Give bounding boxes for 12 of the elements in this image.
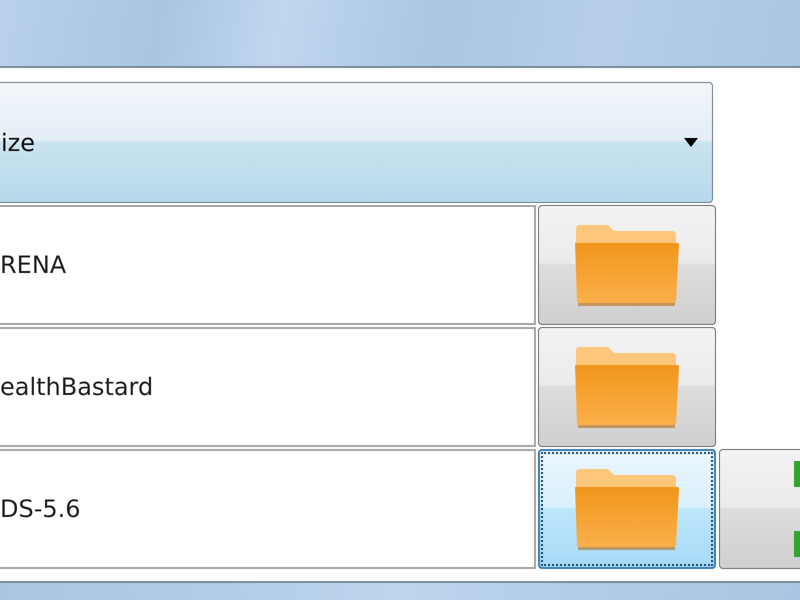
path-field[interactable]: DS-5.6 bbox=[0, 449, 536, 569]
folder-icon bbox=[574, 223, 680, 307]
caret-icon bbox=[684, 138, 698, 147]
folder-icon bbox=[574, 467, 680, 551]
path-field[interactable]: ealthBastard bbox=[0, 327, 536, 447]
path-field[interactable]: RENA bbox=[0, 205, 536, 325]
browse-folder-button[interactable] bbox=[538, 327, 716, 447]
action-button[interactable] bbox=[719, 449, 800, 569]
folder-icon bbox=[574, 345, 680, 429]
browse-folder-button[interactable] bbox=[538, 205, 716, 325]
dropdown[interactable]: ize bbox=[0, 82, 713, 203]
browse-folder-button[interactable] bbox=[538, 449, 716, 569]
